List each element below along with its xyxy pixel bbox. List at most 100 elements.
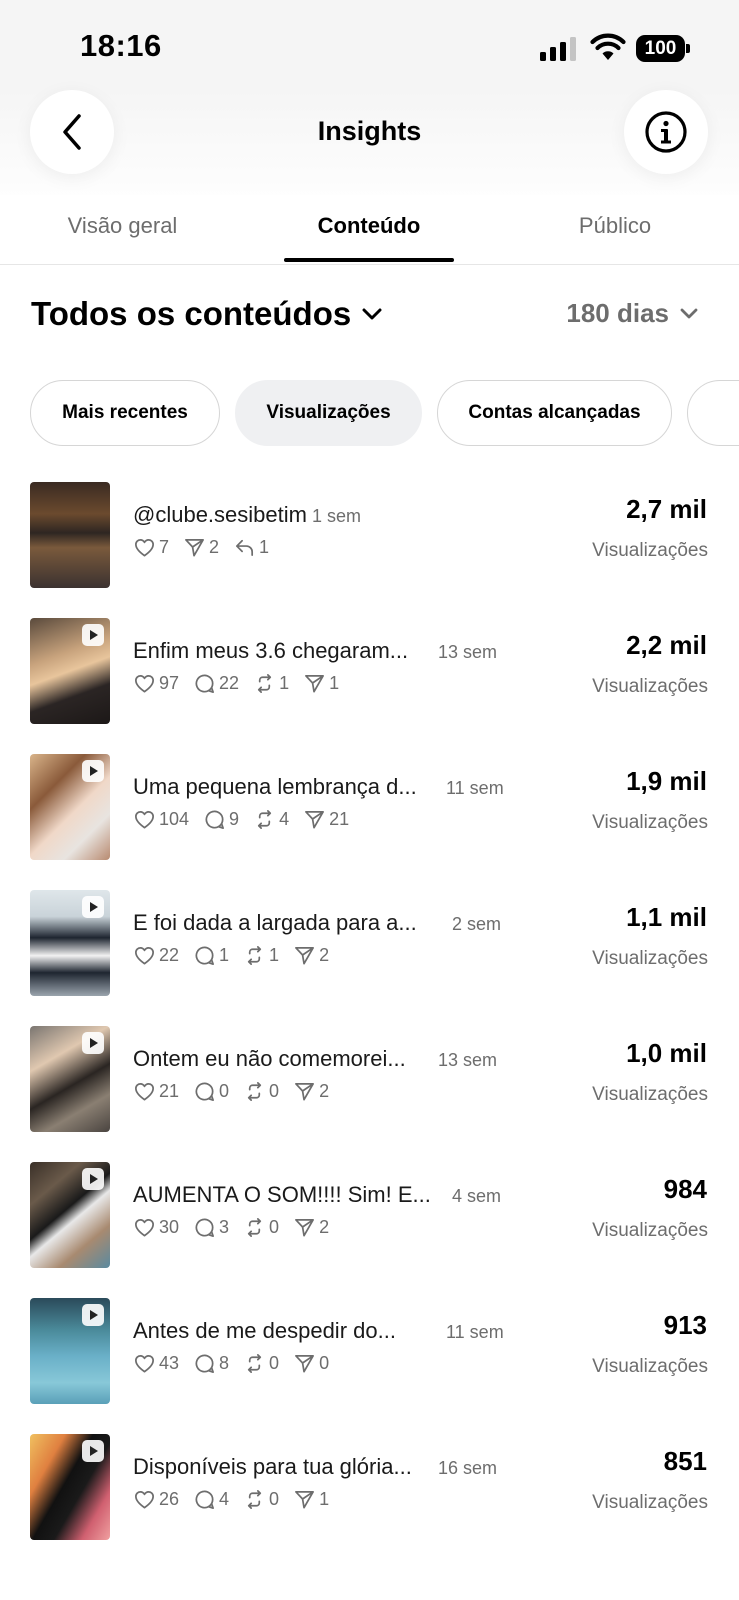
post-title-line: @clube.sesibetim 1 sem <box>133 502 361 528</box>
heart-icon <box>133 944 156 967</box>
post-row[interactable]: Antes de me despedir do... 11 sem 43 8 0… <box>0 1286 739 1422</box>
post-stats: 21 0 0 2 <box>133 1080 343 1103</box>
post-row[interactable]: Enfim meus 3.6 chegaram... 13 sem 97 22 … <box>0 606 739 742</box>
cellular-signal-icon <box>540 37 576 61</box>
comments-stat: 1 <box>193 944 229 967</box>
views-count: 2,2 mil <box>626 630 707 660</box>
reposts-stat: 0 <box>243 1352 279 1375</box>
views-count: 984 <box>663 1174 707 1204</box>
likes-count: 22 <box>159 945 180 965</box>
tab-content[interactable]: Conteúdo <box>284 213 454 239</box>
post-row[interactable]: @clube.sesibetim 1 sem 7 2 1 2,7 mil Vis… <box>0 470 739 606</box>
post-thumbnail <box>30 890 110 996</box>
reposts-stat: 1 <box>243 944 279 967</box>
active-tab-indicator <box>284 258 454 262</box>
post-title: Disponíveis para tua glória... <box>133 1454 412 1479</box>
views-count: 851 <box>663 1446 707 1476</box>
post-stats: 104 9 4 21 <box>133 808 363 831</box>
post-title: @clube.sesibetim <box>133 502 307 527</box>
post-age: 13 sem <box>438 1050 498 1070</box>
comments-stat: 8 <box>193 1352 229 1375</box>
comment-icon <box>203 808 226 831</box>
post-thumbnail <box>30 618 110 724</box>
period-dropdown[interactable]: 180 dias <box>566 298 699 329</box>
reposts-count: 4 <box>279 809 290 829</box>
chip-accounts-reached[interactable]: Contas alcançadas <box>437 380 672 446</box>
post-title: Uma pequena lembrança d... <box>133 774 417 799</box>
battery-level: 100 <box>636 35 685 62</box>
views-label: Visualizações <box>592 948 708 969</box>
likes-stat: 97 <box>133 672 179 695</box>
chip-most-recent[interactable]: Mais recentes <box>30 380 220 446</box>
send-icon <box>293 1352 316 1375</box>
chip-more[interactable]: S <box>687 380 739 446</box>
chevron-down-icon <box>680 308 698 319</box>
views-count: 913 <box>663 1310 707 1340</box>
post-title-line: Enfim meus 3.6 chegaram... <box>133 638 408 664</box>
shares-stat: 21 <box>303 808 349 831</box>
post-age: 11 sem <box>446 1322 504 1342</box>
info-icon <box>645 111 687 153</box>
comment-icon <box>193 1080 216 1103</box>
post-age: 11 sem <box>446 778 504 798</box>
comment-icon <box>193 1352 216 1375</box>
likes-count: 30 <box>159 1217 180 1237</box>
post-stats: 7 2 1 <box>133 536 283 559</box>
tab-audience[interactable]: Público <box>530 213 700 239</box>
likes-stat: 104 <box>133 808 189 831</box>
status-time: 18:16 <box>80 28 162 63</box>
post-row[interactable]: E foi dada a largada para a... 2 sem 22 … <box>0 878 739 1014</box>
shares-stat: 2 <box>293 1080 329 1103</box>
chip-views[interactable]: Visualizações <box>235 380 422 446</box>
views-label: Visualizações <box>592 1084 708 1105</box>
battery-icon: 100 <box>636 35 690 62</box>
repost-icon <box>253 672 276 695</box>
post-row[interactable]: Ontem eu não comemorei... 13 sem 21 0 0 … <box>0 1014 739 1150</box>
shares-stat: 2 <box>293 1216 329 1239</box>
send-icon <box>293 1216 316 1239</box>
content-type-dropdown[interactable]: Todos os conteúdos <box>31 295 383 333</box>
tab-bar: Visão geral Conteúdo Público <box>0 195 739 265</box>
likes-stat: 21 <box>133 1080 179 1103</box>
period-label: 180 dias <box>566 298 669 328</box>
video-icon <box>82 896 104 918</box>
heart-icon <box>133 808 156 831</box>
views-count: 1,1 mil <box>626 902 707 932</box>
post-title-line: Ontem eu não comemorei... <box>133 1046 406 1072</box>
likes-stat: 7 <box>133 536 169 559</box>
post-row[interactable]: Disponíveis para tua glória... 16 sem 26… <box>0 1422 739 1558</box>
send-icon <box>303 672 326 695</box>
heart-icon <box>133 536 156 559</box>
info-button[interactable] <box>624 90 708 174</box>
sort-chips: Mais recentes Visualizações Contas alcan… <box>30 378 739 448</box>
comments-count: 1 <box>219 945 230 965</box>
post-row[interactable]: AUMENTA O SOM!!!! Sim! E... 4 sem 30 3 0… <box>0 1150 739 1286</box>
comments-count: 3 <box>219 1217 230 1237</box>
tab-overview[interactable]: Visão geral <box>30 213 215 239</box>
post-age: 13 sem <box>438 642 498 662</box>
heart-icon <box>133 672 156 695</box>
likes-stat: 26 <box>133 1488 179 1511</box>
repost-icon <box>243 1080 266 1103</box>
post-row[interactable]: Uma pequena lembrança d... 11 sem 104 9 … <box>0 742 739 878</box>
reposts-stat: 0 <box>243 1080 279 1103</box>
post-title-line: Disponíveis para tua glória... <box>133 1454 412 1480</box>
likes-count: 43 <box>159 1353 180 1373</box>
send-icon <box>293 944 316 967</box>
heart-icon <box>133 1080 156 1103</box>
video-icon <box>82 1304 104 1326</box>
status-bar: 18:16 100 <box>0 0 739 90</box>
shares-stat: 2 <box>293 944 329 967</box>
likes-stat: 22 <box>133 944 179 967</box>
comment-icon <box>193 944 216 967</box>
comments-count: 22 <box>219 673 240 693</box>
shares-stat: 1 <box>303 672 339 695</box>
post-age: 2 sem <box>452 914 502 934</box>
video-icon <box>82 760 104 782</box>
post-stats: 30 3 0 2 <box>133 1216 343 1239</box>
likes-stat: 43 <box>133 1352 179 1375</box>
post-thumbnail <box>30 754 110 860</box>
content-type-label: Todos os conteúdos <box>31 295 352 332</box>
comments-stat: 9 <box>203 808 239 831</box>
post-age: 1 sem <box>311 506 361 526</box>
